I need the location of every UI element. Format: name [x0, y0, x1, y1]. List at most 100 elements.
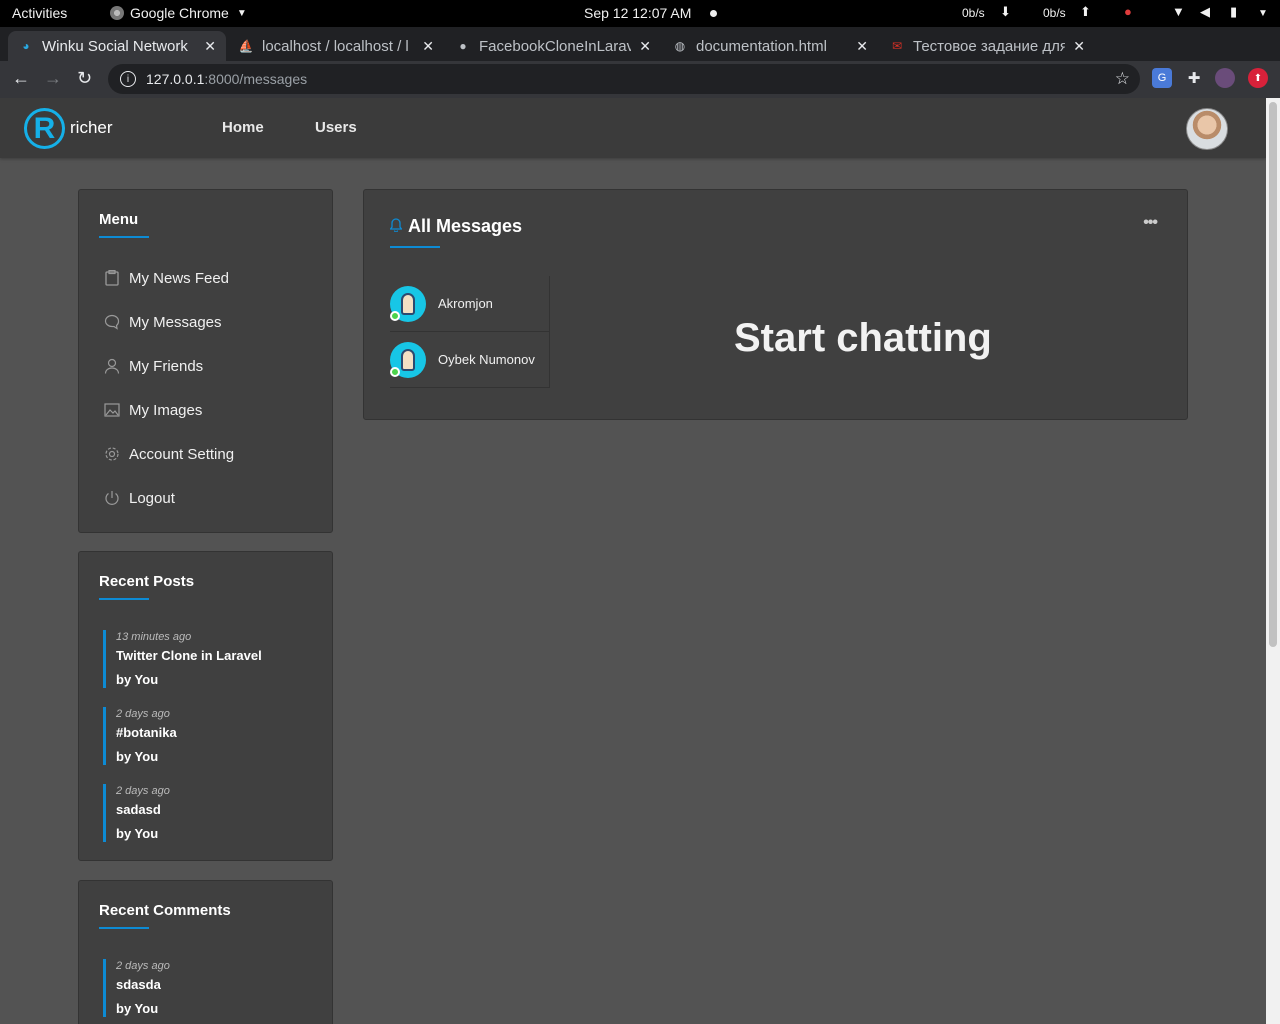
recent-post-item[interactable]: 13 minutes ago Twitter Clone in Laravel … — [103, 630, 323, 688]
clock[interactable]: Sep 12 12:07 AM — [584, 5, 691, 21]
close-tab-icon[interactable]: ✕ — [1073, 38, 1085, 55]
post-author: by You — [116, 826, 159, 841]
tab-github[interactable]: ● FacebookCloneInLarav ✕ — [445, 31, 661, 61]
close-tab-icon[interactable]: ✕ — [856, 38, 868, 55]
online-status-icon — [390, 366, 400, 377]
system-menu-caret-icon[interactable]: ▼ — [1258, 8, 1268, 19]
post-title[interactable]: #botanika — [116, 725, 323, 741]
reload-icon[interactable]: ↻ — [77, 68, 92, 89]
user-avatar[interactable] — [1186, 108, 1228, 150]
close-tab-icon[interactable]: ✕ — [204, 38, 216, 55]
tab-documentation[interactable]: ◍ documentation.html ✕ — [662, 31, 878, 61]
tab-title: documentation.html — [696, 37, 827, 55]
caret-down-icon: ▼ — [236, 7, 247, 19]
arrow-down-icon: ⬇ — [1000, 4, 1011, 19]
winku-favicon-icon: ◕ — [22, 39, 30, 53]
title-underline — [99, 236, 149, 238]
menu-item-label: My Messages — [129, 313, 222, 331]
title-underline — [99, 598, 149, 600]
profile-icon[interactable] — [1215, 68, 1235, 88]
menu-item-messages[interactable]: My Messages — [103, 313, 222, 331]
title-underline — [390, 246, 440, 248]
url-path: :8000/messages — [204, 71, 308, 87]
chrome-icon — [110, 6, 124, 20]
power-icon — [103, 489, 121, 507]
recent-post-item[interactable]: 2 days ago #botanika by You — [103, 707, 323, 765]
post-author: by You — [116, 749, 159, 764]
scrollbar-thumb[interactable] — [1269, 102, 1277, 647]
tray-app-icon[interactable]: ● — [1124, 4, 1132, 19]
more-options-button[interactable]: ••• — [1143, 214, 1158, 232]
site-info-icon[interactable]: i — [120, 71, 136, 87]
net-down-rate: 0b/s — [962, 6, 985, 20]
nav-home-link[interactable]: Home — [222, 119, 264, 136]
contact-list: Akromjon Oybek Numonov — [390, 276, 550, 388]
translate-extension-icon[interactable]: G — [1152, 68, 1172, 88]
messages-title-text: All Messages — [408, 216, 523, 236]
menu-item-logout[interactable]: Logout — [103, 489, 175, 507]
close-tab-icon[interactable]: ✕ — [422, 38, 434, 55]
back-arrow-icon[interactable]: ← — [12, 68, 30, 89]
volume-icon[interactable]: ◀ — [1200, 4, 1210, 20]
post-title[interactable]: Twitter Clone in Laravel — [116, 648, 323, 664]
menu-item-images[interactable]: My Images — [103, 401, 202, 419]
post-author: by You — [116, 672, 159, 687]
app-menu[interactable]: Google Chrome ▼ — [110, 5, 247, 21]
contact-avatar — [390, 341, 426, 378]
extension-app-icon[interactable]: ⬆ — [1248, 68, 1268, 88]
title-underline — [99, 927, 149, 929]
recent-comments-card: Recent Comments 2 days ago sdasda by You — [78, 880, 333, 1024]
user-icon — [103, 357, 121, 375]
tab-localhost[interactable]: ⛵ localhost / localhost / l ✕ — [228, 31, 444, 61]
activities-button[interactable]: Activities — [12, 5, 67, 21]
web-page: R richer Home Users Menu My News Feed My… — [0, 98, 1266, 1024]
recent-post-item[interactable]: 2 days ago sadasd by You — [103, 784, 323, 842]
menu-item-label: Logout — [129, 489, 175, 507]
recent-posts-title: Recent Posts — [99, 573, 195, 590]
contact-item[interactable]: Oybek Numonov — [390, 332, 549, 388]
browser-toolbar: ← → ↻ i 127.0.0.1 :8000/messages ☆ G ✚ ⬆ — [0, 61, 1280, 98]
menu-card: Menu My News Feed My Messages My Friends… — [78, 189, 333, 533]
clipboard-icon — [103, 269, 121, 287]
menu-item-label: Account Setting — [129, 445, 235, 463]
menu-item-news-feed[interactable]: My News Feed — [103, 269, 229, 287]
comment-title[interactable]: sdasda — [116, 977, 323, 993]
address-bar[interactable]: i 127.0.0.1 :8000/messages ☆ — [108, 64, 1140, 94]
app-name: Google Chrome — [130, 5, 229, 21]
menu-item-friends[interactable]: My Friends — [103, 357, 203, 375]
bell-icon — [389, 218, 403, 235]
gmail-favicon-icon: ✉ — [891, 39, 903, 53]
tab-gmail[interactable]: ✉ Тестовое задание для ✕ — [879, 31, 1095, 61]
forward-arrow-icon[interactable]: → — [44, 68, 62, 89]
wifi-icon[interactable]: ▼ — [1172, 4, 1185, 19]
url-host: 127.0.0.1 — [146, 71, 205, 87]
menu-item-account-setting[interactable]: Account Setting — [103, 445, 234, 463]
comment-author: by You — [116, 1001, 159, 1016]
messages-title: All Messages — [389, 216, 523, 237]
contact-item[interactable]: Akromjon — [390, 276, 549, 332]
extensions-puzzle-icon[interactable]: ✚ — [1184, 68, 1204, 88]
bookmark-star-icon[interactable]: ☆ — [1115, 69, 1130, 89]
logo-icon[interactable]: R — [24, 108, 65, 149]
student-avatar-icon — [401, 348, 415, 371]
tab-winku[interactable]: ◕ Winku Social Network ✕ — [8, 31, 226, 61]
recent-comment-item[interactable]: 2 days ago sdasda by You — [103, 959, 323, 1017]
menu-item-label: My Images — [129, 401, 203, 419]
contact-name: Oybek Numonov — [438, 352, 535, 367]
contact-name: Akromjon — [438, 296, 493, 311]
arrow-up-icon: ⬆ — [1080, 4, 1091, 19]
phpmyadmin-favicon-icon: ⛵ — [238, 39, 254, 53]
net-up-rate: 0b/s — [1043, 6, 1066, 20]
tab-strip: ◕ Winku Social Network ✕ ⛵ localhost / l… — [0, 27, 1280, 80]
menu-item-label: My News Feed — [129, 269, 230, 287]
page-scrollbar[interactable] — [1266, 98, 1280, 1024]
github-favicon-icon: ● — [459, 39, 467, 53]
post-title[interactable]: sadasd — [116, 802, 323, 818]
close-tab-icon[interactable]: ✕ — [639, 38, 651, 55]
tab-title: Тестовое задание для — [913, 37, 1066, 55]
nav-users-link[interactable]: Users — [315, 119, 357, 136]
logo-text[interactable]: richer — [70, 118, 113, 138]
battery-icon[interactable]: ▮ — [1230, 4, 1237, 20]
chat-bubble-icon — [103, 313, 121, 331]
tab-title: localhost / localhost / l — [262, 37, 409, 55]
